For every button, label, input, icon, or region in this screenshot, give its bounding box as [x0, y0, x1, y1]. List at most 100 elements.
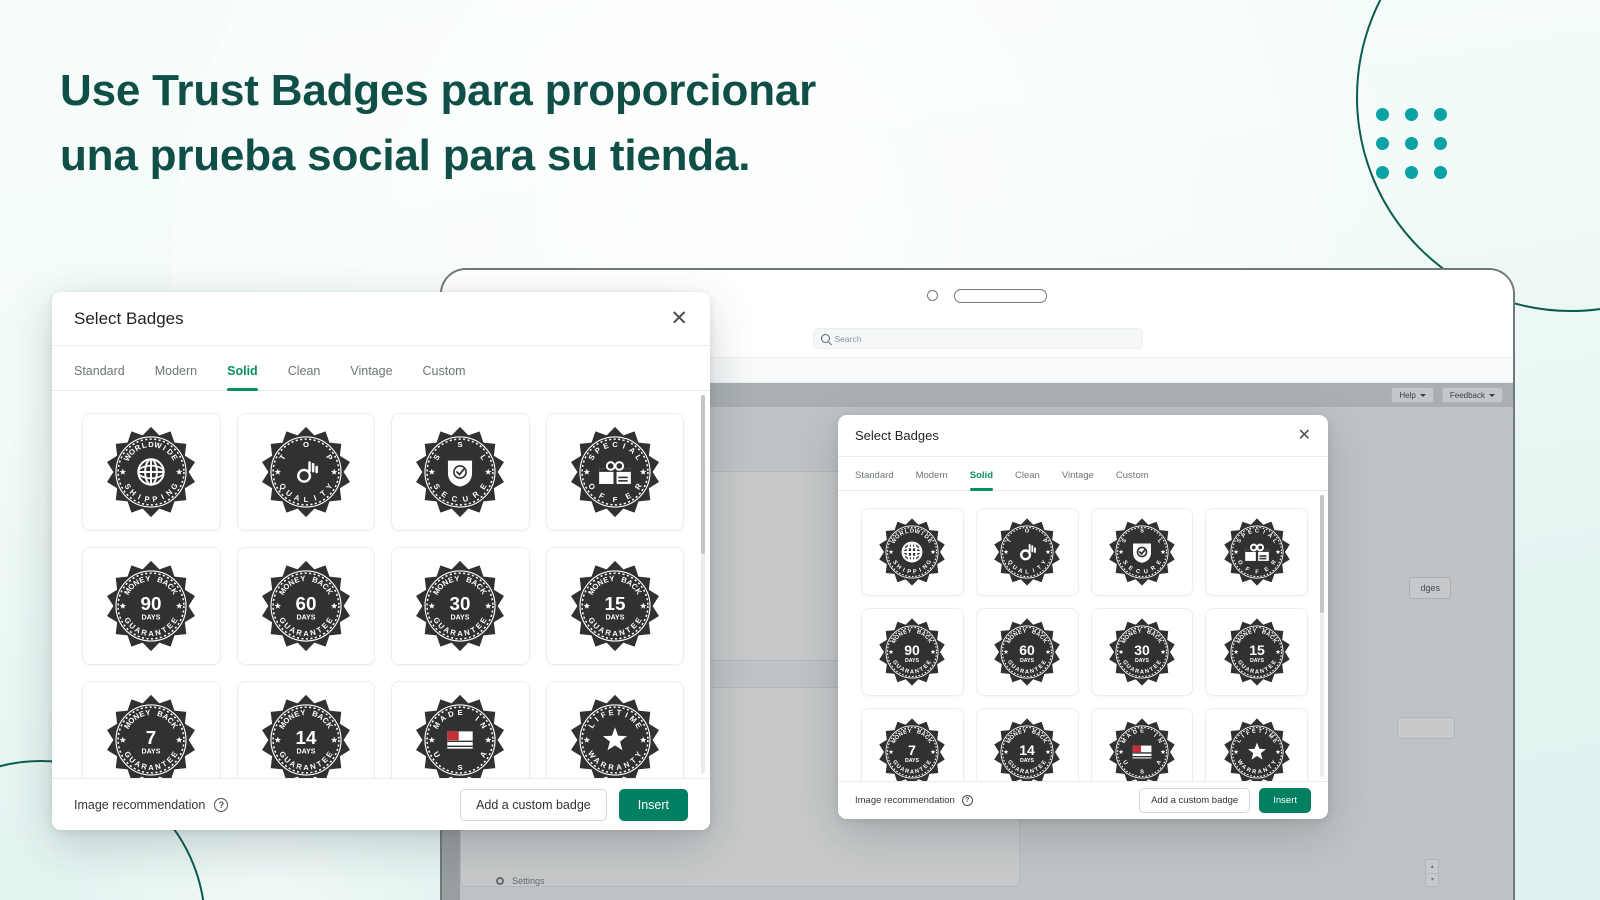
page-title: Use Trust Badges para proporcionar una p…: [60, 58, 960, 188]
svg-text:15: 15: [1249, 642, 1265, 658]
scrollbar-thumb[interactable]: [701, 395, 705, 555]
badge-made-in-usa[interactable]: MADEINUSA: [1090, 708, 1194, 781]
badge-money-back-15-days[interactable]: M O N E Y B A C K G U A R A N T E E 15 DAYS: [1205, 608, 1308, 696]
svg-text:14: 14: [295, 727, 316, 748]
badge-money-back-60-days[interactable]: M O N E Y B A C K G U A R A N T E E 60 DAYS: [975, 608, 1079, 696]
svg-text:L: L: [303, 495, 308, 504]
tab-solid[interactable]: Solid: [969, 470, 994, 491]
svg-text:A: A: [910, 769, 914, 775]
badge-grid-scroll[interactable]: WORLDWIDESHIPPINGTOPQUALITY SSLSECURE SP…: [838, 491, 1328, 781]
svg-text:Y: Y: [300, 708, 306, 718]
headline-line-2: una prueba social para su tienda.: [60, 131, 751, 181]
svg-text:A: A: [1025, 669, 1029, 675]
image-recommendation-note: Image recommendation ?: [74, 797, 229, 812]
svg-text:A: A: [1025, 769, 1029, 775]
badge-made-in-usa[interactable]: MADEINUSA: [391, 681, 530, 778]
badge-lifetime-warranty[interactable]: LIFETIMEWARRANTY: [545, 681, 684, 778]
dialog-title: Select Badges: [74, 308, 184, 328]
svg-text:O: O: [1025, 529, 1030, 535]
badge-grid-scroll[interactable]: WORLDWIDESHIPPINGTOPQUALITY SSLSECURE SP…: [52, 391, 710, 778]
badge-money-back-60-days[interactable]: M O N E Y B A C K G U A R A N T E E 60 DAYS: [236, 547, 375, 665]
svg-text:A: A: [1255, 669, 1259, 675]
help-button[interactable]: Help: [1391, 387, 1434, 403]
badge-money-back-30-days[interactable]: M O N E Y B A C K G U A R A N T E E 30 DAYS: [391, 547, 530, 665]
svg-text:7: 7: [146, 727, 156, 748]
svg-text:DAYS: DAYS: [1250, 658, 1265, 664]
badge-grid: WORLDWIDESHIPPINGTOPQUALITY SSLSECURE SP…: [838, 491, 1328, 781]
badge-money-back-14-days[interactable]: M O N E Y B A C K G U A R A N T E E 14 DAYS: [975, 708, 1079, 781]
svg-text:Y: Y: [145, 574, 151, 584]
promo-canvas: Use Trust Badges para proporcionar una p…: [0, 0, 1600, 900]
svg-text:F: F: [1255, 569, 1259, 575]
svg-text:DAYS: DAYS: [142, 748, 161, 755]
help-circle-icon[interactable]: ?: [961, 795, 973, 806]
svg-text:Y: Y: [145, 708, 151, 718]
svg-text:DAYS: DAYS: [1020, 658, 1035, 664]
tab-standard[interactable]: Standard: [855, 470, 894, 490]
badge-money-back-90-days[interactable]: M O N E Y B A C K G U A R A N T E E 90 DAYS: [861, 608, 964, 696]
badge-top-quality[interactable]: TOPQUALITY: [975, 508, 1079, 596]
image-recommendation-label: Image recommendation: [855, 795, 955, 806]
add-custom-badge-button[interactable]: Add a custom badge: [1139, 788, 1251, 813]
badge-ssl-secure[interactable]: SSLSECURE: [1090, 508, 1194, 596]
badge-worldwide-shipping[interactable]: WORLDWIDESHIPPING: [82, 413, 221, 531]
svg-text:Y: Y: [454, 574, 460, 584]
badge-money-back-7-days[interactable]: M O N E Y B A C K G U A R A N T E E 7 DAYS: [82, 681, 221, 778]
svg-text:F: F: [612, 495, 617, 504]
feedback-button[interactable]: Feedback: [1441, 387, 1503, 403]
svg-text:DAYS: DAYS: [605, 614, 624, 621]
help-circle-icon[interactable]: ?: [214, 797, 229, 812]
camera-dot-icon: [927, 290, 938, 301]
badge-money-back-90-days[interactable]: M O N E Y B A C K G U A R A N T E E 90 DAYS: [82, 547, 221, 665]
badge-ssl-secure[interactable]: SSLSECURE: [391, 413, 530, 531]
insert-button[interactable]: Insert: [618, 788, 688, 821]
insert-button[interactable]: Insert: [1259, 788, 1311, 813]
speaker-slot-icon: [954, 289, 1047, 303]
badge-money-back-30-days[interactable]: M O N E Y B A C K G U A R A N T E E 30 DAYS: [1090, 608, 1194, 696]
badge-lifetime-warranty[interactable]: LIFETIMEWARRANTY: [1205, 708, 1308, 781]
svg-text:90: 90: [141, 593, 162, 614]
tab-solid[interactable]: Solid: [227, 364, 258, 391]
tab-vintage[interactable]: Vintage: [350, 364, 392, 390]
badge-special-offer[interactable]: SPECIALOFFER: [545, 413, 684, 531]
svg-text:DAYS: DAYS: [905, 758, 920, 764]
svg-text:Y: Y: [609, 574, 615, 584]
svg-text:A: A: [910, 669, 914, 675]
tab-vintage[interactable]: Vintage: [1062, 470, 1094, 490]
scrollbar[interactable]: [1320, 495, 1324, 777]
badge-money-back-14-days[interactable]: M O N E Y B A C K G U A R A N T E E 14 DAYS: [236, 681, 375, 778]
svg-text:60: 60: [1019, 642, 1035, 658]
svg-text:L: L: [1025, 569, 1029, 575]
svg-text:DAYS: DAYS: [905, 658, 920, 664]
badge-special-offer[interactable]: SPECIALOFFER: [1205, 508, 1308, 596]
svg-text:A: A: [303, 629, 309, 638]
svg-text:C: C: [1255, 529, 1259, 535]
scrollbar[interactable]: [701, 395, 705, 774]
tab-custom[interactable]: Custom: [423, 364, 466, 390]
dialog-actions: Add a custom badge Insert: [460, 788, 688, 821]
select-badges-dialog: Select Badges ✕ Standard Modern Solid Clean…: [52, 292, 710, 830]
badge-money-back-7-days[interactable]: M O N E Y B A C K G U A R A N T E E 7 DAYS: [861, 708, 964, 781]
dialog-header: Select Badges ✕: [838, 415, 1328, 457]
tab-standard[interactable]: Standard: [74, 364, 125, 390]
search-input[interactable]: Search: [812, 328, 1143, 349]
tab-modern[interactable]: Modern: [916, 470, 948, 490]
scrollbar-thumb[interactable]: [1320, 495, 1324, 614]
tab-custom[interactable]: Custom: [1116, 470, 1149, 490]
dialog-tabs: Standard Modern Solid Clean Vintage Custom: [838, 457, 1328, 491]
close-icon[interactable]: ✕: [670, 308, 688, 329]
badge-worldwide-shipping[interactable]: WORLDWIDESHIPPING: [861, 508, 964, 596]
feedback-button-label: Feedback: [1449, 390, 1485, 400]
dialog-title: Select Badges: [855, 428, 939, 443]
svg-text:30: 30: [1134, 642, 1150, 658]
tab-clean[interactable]: Clean: [1015, 470, 1040, 490]
svg-text:DAYS: DAYS: [142, 614, 161, 621]
badge-money-back-15-days[interactable]: M O N E Y B A C K G U A R A N T E E 15 DAYS: [545, 547, 684, 665]
tab-clean[interactable]: Clean: [288, 364, 321, 390]
dialog-footer: Image recommendation ? Add a custom badg…: [52, 778, 710, 830]
close-icon[interactable]: ✕: [1298, 427, 1311, 444]
tab-modern[interactable]: Modern: [155, 364, 197, 390]
add-custom-badge-button[interactable]: Add a custom badge: [460, 788, 607, 821]
svg-text:A: A: [148, 763, 154, 772]
badge-top-quality[interactable]: TOPQUALITY: [236, 413, 375, 531]
